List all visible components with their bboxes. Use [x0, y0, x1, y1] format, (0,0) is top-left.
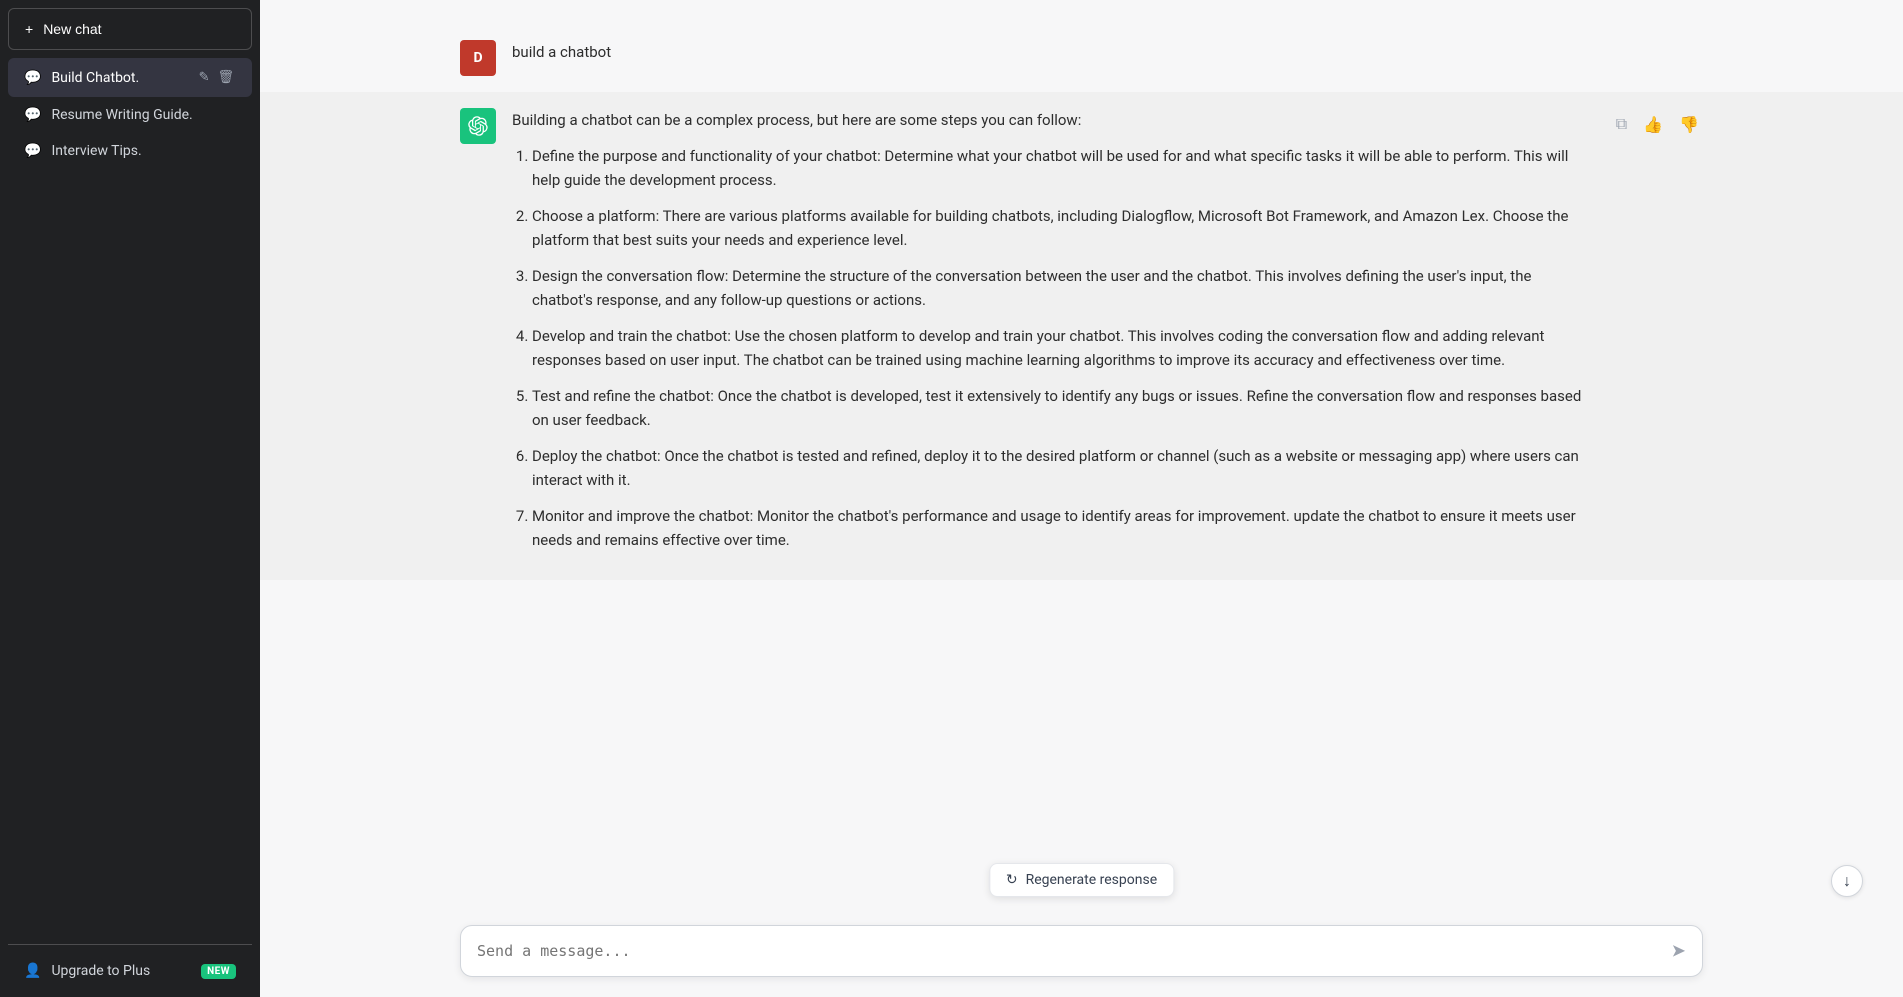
- upgrade-button[interactable]: 👤 Upgrade to Plus NEW: [8, 953, 252, 989]
- sidebar: + New chat 💬 Build Chatbot. ✎ 🗑 💬 Resume…: [0, 0, 260, 997]
- new-chat-label: New chat: [43, 21, 101, 37]
- assistant-message-content: Building a chatbot can be a complex proc…: [512, 108, 1596, 564]
- assistant-step-item: Design the conversation flow: Determine …: [532, 264, 1596, 312]
- user-message-text: build a chatbot: [512, 43, 611, 61]
- regenerate-popup[interactable]: ↻ Regenerate response: [989, 863, 1174, 897]
- chat-icon: 💬: [24, 70, 41, 86]
- chat-item-label: Resume Writing Guide.: [51, 107, 236, 123]
- assistant-step-item: Define the purpose and functionality of …: [532, 144, 1596, 192]
- assistant-steps-list: Define the purpose and functionality of …: [512, 144, 1596, 552]
- copy-icon[interactable]: ⧉: [1612, 110, 1631, 138]
- assistant-step-item: Develop and train the chatbot: Use the c…: [532, 324, 1596, 372]
- thumbdown-icon[interactable]: 👎: [1675, 111, 1703, 138]
- chat-area: D build a chatbot Building a chatbot can…: [260, 0, 1903, 913]
- edit-icon[interactable]: ✎: [197, 68, 212, 87]
- thumbup-icon[interactable]: 👍: [1639, 111, 1667, 138]
- delete-icon[interactable]: 🗑: [215, 68, 236, 87]
- chat-icon: 💬: [24, 143, 41, 159]
- send-icon: ➤: [1671, 941, 1686, 961]
- regen-icon: ↻: [1006, 872, 1018, 888]
- input-wrapper: ➤: [460, 925, 1703, 977]
- assistant-step-item: Monitor and improve the chatbot: Monitor…: [532, 504, 1596, 552]
- assistant-step-item: Test and refine the chatbot: Once the ch…: [532, 384, 1596, 432]
- sidebar-bottom: 👤 Upgrade to Plus NEW: [8, 944, 252, 989]
- assistant-intro: Building a chatbot can be a complex proc…: [512, 108, 1596, 132]
- chat-item-build-chatbot[interactable]: 💬 Build Chatbot. ✎ 🗑: [8, 58, 252, 97]
- input-area: ↻ Regenerate response ➤: [260, 913, 1903, 997]
- message-input[interactable]: [461, 926, 1702, 976]
- plus-icon: +: [25, 21, 33, 37]
- new-chat-button[interactable]: + New chat: [8, 8, 252, 50]
- assistant-step-item: Choose a platform: There are various pla…: [532, 204, 1596, 252]
- new-badge: NEW: [201, 964, 236, 979]
- send-button[interactable]: ➤: [1667, 937, 1690, 966]
- upgrade-label: Upgrade to Plus: [51, 963, 191, 979]
- regen-label: Regenerate response: [1026, 872, 1158, 888]
- user-message-content: build a chatbot: [512, 40, 1703, 64]
- assistant-step-item: Deploy the chatbot: Once the chatbot is …: [532, 444, 1596, 492]
- chat-icon: 💬: [24, 107, 41, 123]
- user-avatar: D: [460, 40, 496, 76]
- chat-item-interview-tips[interactable]: 💬 Interview Tips.: [8, 133, 252, 169]
- chat-item-label: Build Chatbot.: [51, 70, 186, 86]
- assistant-message-actions: ⧉ 👍 👎: [1612, 110, 1703, 138]
- chat-item-label: Interview Tips.: [51, 143, 236, 159]
- user-icon: 👤: [24, 963, 41, 979]
- assistant-message-row: Building a chatbot can be a complex proc…: [260, 92, 1903, 580]
- chat-history: 💬 Build Chatbot. ✎ 🗑 💬 Resume Writing Gu…: [8, 58, 252, 940]
- scroll-down-icon: ↓: [1843, 871, 1851, 891]
- user-message-row: D build a chatbot: [260, 24, 1903, 92]
- chat-item-resume-writing[interactable]: 💬 Resume Writing Guide.: [8, 97, 252, 133]
- main-content: D build a chatbot Building a chatbot can…: [260, 0, 1903, 997]
- scroll-down-button[interactable]: ↓: [1831, 865, 1863, 897]
- ai-avatar: [460, 108, 496, 144]
- chat-item-actions: ✎ 🗑: [197, 68, 236, 87]
